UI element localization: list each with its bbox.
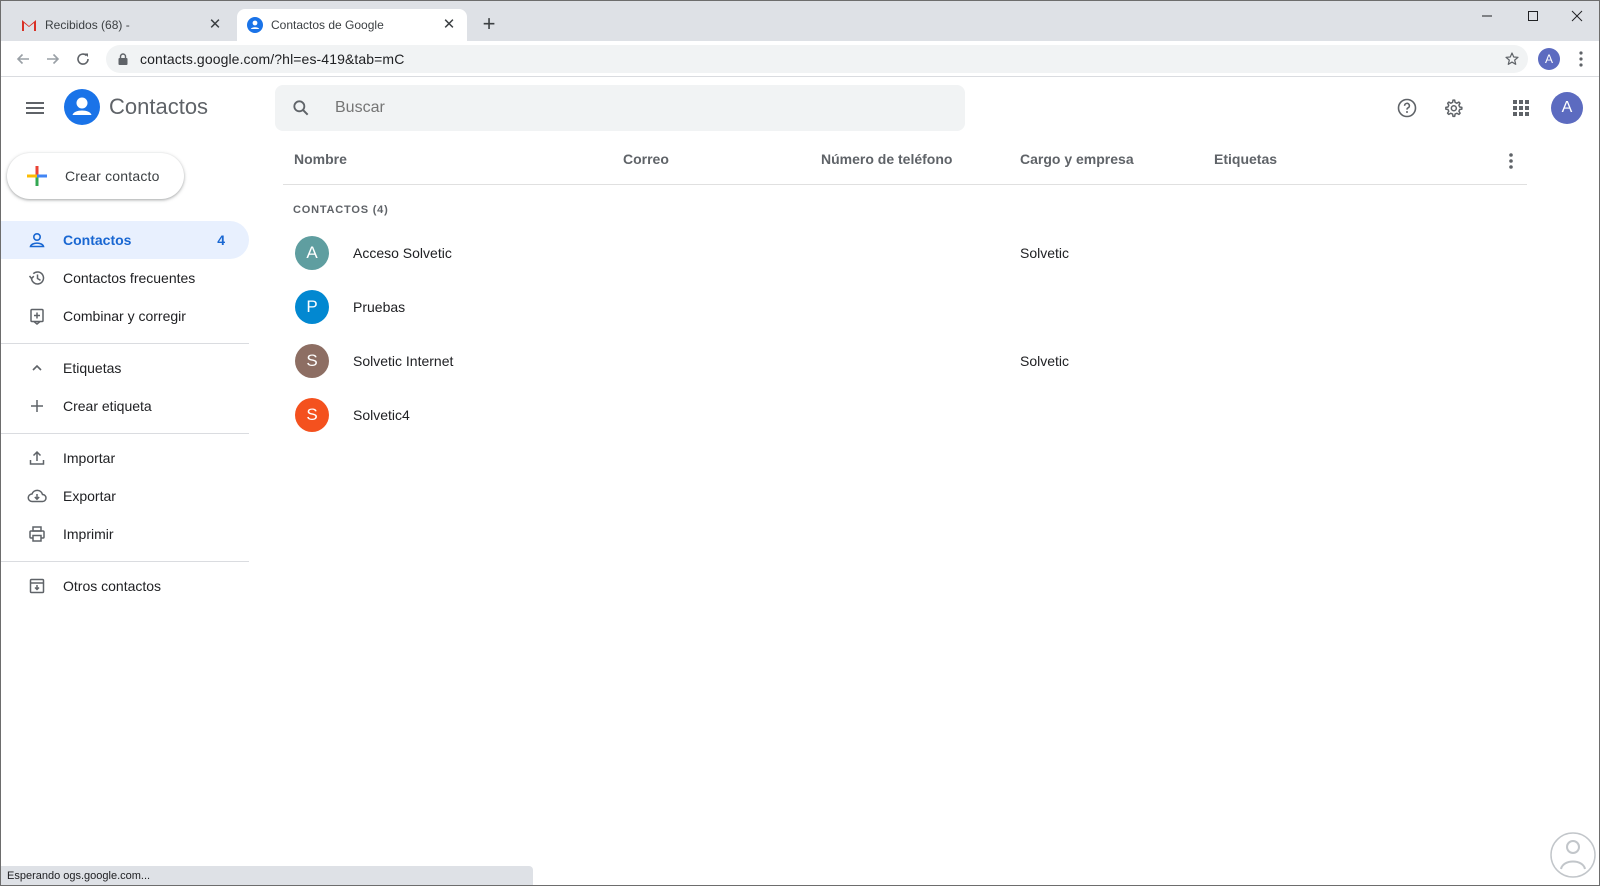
sidebar-item-label: Contactos frecuentes: [63, 270, 196, 286]
sidebar-item-exportar[interactable]: Exportar: [1, 477, 249, 515]
contacts-favicon-icon: [247, 17, 263, 33]
person-icon: [25, 228, 49, 252]
apps-grid-icon[interactable]: [1509, 96, 1533, 120]
account-avatar[interactable]: A: [1551, 92, 1583, 124]
tab-title: Recibidos (68) -: [45, 18, 130, 32]
column-header-correo[interactable]: Correo: [623, 151, 669, 167]
table-row[interactable]: S Solvetic4: [283, 389, 1527, 441]
printer-icon: [25, 522, 49, 546]
sidebar-item-crear-etiqueta[interactable]: Crear etiqueta: [1, 387, 249, 425]
colorful-plus-icon: [25, 164, 49, 188]
sidebar-item-label: Contactos: [63, 232, 132, 248]
contact-name: Acceso Solvetic: [353, 245, 452, 261]
sidebar-item-label: Imprimir: [63, 526, 114, 542]
search-icon[interactable]: [291, 96, 315, 120]
window-close-icon[interactable]: [1554, 1, 1599, 31]
bookmark-star-icon[interactable]: [1504, 51, 1520, 72]
column-header-telefono[interactable]: Número de teléfono: [821, 151, 952, 167]
table-row[interactable]: A Acceso Solvetic Solvetic: [283, 227, 1527, 279]
table-row[interactable]: S Solvetic Internet Solvetic: [283, 335, 1527, 387]
forward-arrow-icon[interactable]: [41, 47, 65, 71]
maximize-icon[interactable]: [1510, 1, 1556, 31]
close-tab-icon[interactable]: ✕: [441, 17, 457, 33]
upload-icon: [25, 446, 49, 470]
contacts-logo-icon: [64, 89, 100, 125]
contact-name: Solvetic4: [353, 407, 410, 423]
more-options-icon[interactable]: [1499, 149, 1523, 173]
sidebar-item-combinar[interactable]: Combinar y corregir: [1, 297, 249, 335]
sidebar-divider: [1, 343, 249, 344]
help-icon[interactable]: [1395, 96, 1419, 120]
sidebar-item-frecuentes[interactable]: Contactos frecuentes: [1, 259, 249, 297]
contacts-count-badge: 4: [217, 232, 225, 248]
app-title: Contactos: [109, 94, 209, 119]
sidebar-item-contactos[interactable]: Contactos 4: [1, 221, 249, 259]
search-input[interactable]: [335, 99, 895, 117]
settings-gear-icon[interactable]: [1441, 96, 1465, 120]
sidebar-item-label: Otros contactos: [63, 578, 162, 594]
sidebar-item-imprimir[interactable]: Imprimir: [1, 515, 249, 553]
new-tab-button[interactable]: +: [477, 13, 501, 37]
contact-company: Solvetic: [1020, 353, 1070, 369]
column-header-etiquetas[interactable]: Etiquetas: [1214, 151, 1277, 167]
back-arrow-icon[interactable]: [11, 47, 35, 71]
tab-gmail[interactable]: Recibidos (68) - ✕: [11, 9, 233, 41]
avatar[interactable]: S: [295, 398, 329, 432]
browser-status-bar: Esperando ogs.google.com...: [1, 866, 533, 885]
sidebar-item-label: Etiquetas: [63, 360, 122, 376]
browser-toolbar: contacts.google.com/?hl=es-419&tab=mC A: [1, 41, 1599, 77]
contact-name: Solvetic Internet: [353, 353, 454, 369]
search-bar[interactable]: [275, 85, 965, 131]
history-icon: [25, 266, 49, 290]
plus-icon: [25, 394, 49, 418]
browser-window: Recibidos (68) - ✕ Contactos de Google ✕…: [0, 0, 1600, 886]
tab-title: Contactos de Google: [271, 18, 384, 32]
archive-icon: [25, 574, 49, 598]
contacts-group-label: CONTACTOS (4): [293, 204, 389, 216]
sidebar-item-etiquetas[interactable]: Etiquetas: [1, 349, 249, 387]
sidebar-item-importar[interactable]: Importar: [1, 439, 249, 477]
lock-icon: [118, 53, 132, 65]
column-header-nombre[interactable]: Nombre: [294, 151, 347, 167]
sidebar-item-label: Combinar y corregir: [63, 308, 186, 324]
create-contact-button[interactable]: Crear contacto: [7, 153, 184, 199]
sidebar-item-label: Importar: [63, 450, 116, 466]
create-contact-label: Crear contacto: [65, 168, 160, 184]
contact-company: Solvetic: [1020, 245, 1070, 261]
sidebar-divider: [1, 433, 249, 434]
browser-profile-avatar[interactable]: A: [1538, 48, 1560, 70]
column-header-cargo[interactable]: Cargo y empresa: [1020, 151, 1134, 167]
table-row[interactable]: P Pruebas: [283, 281, 1527, 333]
sidebar-divider: [1, 561, 249, 562]
browser-menu-icon[interactable]: [1575, 49, 1587, 69]
chevron-up-icon: [25, 356, 49, 380]
table-header-divider: [283, 184, 1527, 185]
avatar[interactable]: S: [295, 344, 329, 378]
url-text: contacts.google.com/?hl=es-419&tab=mC: [140, 51, 405, 67]
sidebar-item-otros-contactos[interactable]: Otros contactos: [1, 567, 249, 605]
contact-name: Pruebas: [353, 299, 406, 315]
tab-bar: Recibidos (68) - ✕ Contactos de Google ✕…: [1, 1, 1599, 41]
sidebar-item-label: Exportar: [63, 488, 116, 504]
hamburger-menu-icon[interactable]: [23, 96, 47, 120]
avatar[interactable]: A: [295, 236, 329, 270]
avatar[interactable]: P: [295, 290, 329, 324]
minimize-icon[interactable]: [1464, 1, 1510, 31]
watermark-logo-icon: [1549, 831, 1597, 879]
merge-icon: [25, 304, 49, 328]
cloud-download-icon: [25, 484, 49, 508]
reload-icon[interactable]: [71, 47, 95, 71]
tab-contacts[interactable]: Contactos de Google ✕: [237, 9, 467, 41]
close-tab-icon[interactable]: ✕: [207, 17, 223, 33]
sidebar-item-label: Crear etiqueta: [63, 398, 152, 414]
gmail-icon: [21, 17, 37, 33]
address-bar[interactable]: contacts.google.com/?hl=es-419&tab=mC: [106, 45, 1528, 73]
